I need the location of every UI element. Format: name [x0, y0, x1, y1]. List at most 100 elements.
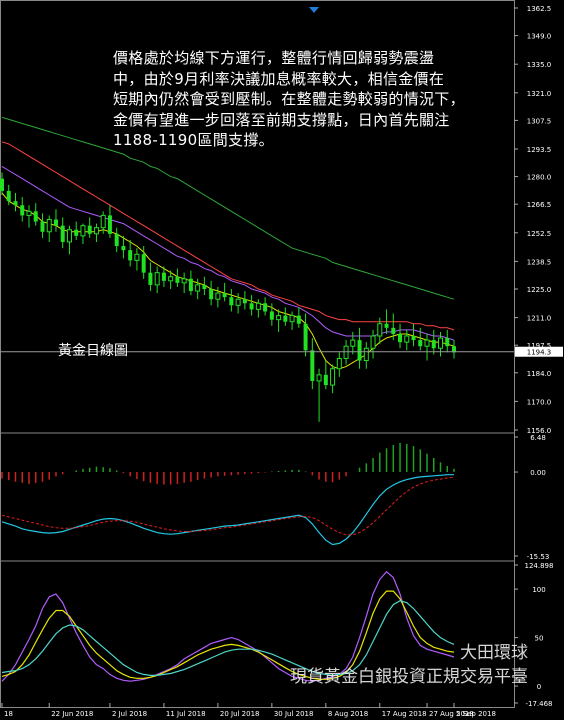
- watermark-line1: 大田環球: [460, 643, 528, 663]
- price-tick-label: 1293.5: [527, 146, 552, 154]
- macd-tick-label: 6.48: [530, 434, 546, 442]
- candle-body: [310, 350, 315, 381]
- price-tick-label: 1184.0: [527, 370, 552, 378]
- date-label: 2 Jul 2018: [112, 710, 147, 718]
- candle-body: [357, 340, 362, 361]
- candle-body: [80, 225, 86, 237]
- price-tick-label: 1321.0: [527, 90, 552, 98]
- candle-body: [316, 374, 322, 382]
- candle-body: [74, 229, 79, 236]
- candle-body: [53, 219, 58, 226]
- candle-body: [87, 225, 92, 234]
- macd-tick-label: 0.00: [530, 469, 546, 477]
- candle-body: [235, 298, 241, 306]
- price-tick-label: 1362.5: [527, 5, 552, 13]
- price-tick-label: 1252.5: [527, 230, 552, 238]
- stoch-tick-label: 100: [532, 586, 545, 594]
- candle-body: [13, 201, 18, 206]
- candle-body: [276, 315, 282, 321]
- candle-body: [249, 303, 254, 310]
- candle-body: [303, 323, 308, 351]
- date-label: 22 Jun 2018: [51, 710, 93, 718]
- price-tick-label: 1170.0: [527, 398, 552, 406]
- candle-body: [336, 357, 342, 370]
- candle-body: [33, 211, 38, 222]
- candle-body: [66, 229, 72, 243]
- candle-body: [128, 250, 133, 261]
- candle-body: [398, 333, 403, 343]
- candle-body: [384, 323, 389, 328]
- candle-body: [377, 323, 383, 337]
- candle-body: [209, 288, 214, 300]
- price-tick-label: 1335.0: [527, 61, 552, 69]
- candle-body: [363, 347, 369, 362]
- candle-body: [242, 299, 247, 304]
- candle-body: [283, 315, 288, 322]
- date-label: 11 Jul 2018: [166, 710, 206, 718]
- candle-body: [175, 276, 180, 283]
- price-tick-label: 1266.5: [527, 201, 552, 209]
- candle-body: [323, 374, 328, 386]
- candle-body: [154, 272, 160, 286]
- candle-body: [168, 276, 174, 282]
- candle-body: [181, 278, 187, 284]
- candle-body: [121, 246, 126, 251]
- candle-body: [424, 339, 430, 347]
- candle-body: [195, 284, 201, 292]
- candle-body: [391, 327, 396, 334]
- annotation-line: 中，由於9月利率決議加息概率較大，相信金價在: [113, 69, 445, 88]
- price-tick-label: 1280.0: [527, 174, 552, 182]
- candle-body: [148, 272, 153, 285]
- candle-body: [161, 272, 166, 281]
- candle-body: [107, 215, 112, 234]
- candle-body: [445, 338, 450, 347]
- price-tick-label: 1211.0: [527, 315, 552, 323]
- annotation-line: 金價有望進一步回落至前期支撐點，日內首先關注: [113, 110, 450, 129]
- annotation-line: 1188-1190區間支撐。: [113, 131, 274, 149]
- candle-body: [6, 190, 11, 202]
- candle-body: [26, 210, 32, 216]
- date-label: 30 Jul 2018: [274, 710, 314, 718]
- candle-body: [296, 315, 301, 324]
- candle-body: [134, 253, 140, 261]
- candle-body: [263, 303, 268, 312]
- candle-body: [20, 205, 25, 216]
- price-tick-label: 1225.0: [527, 286, 552, 294]
- stoch-tick-label: 124.898: [525, 562, 554, 570]
- date-label: 5 Sep 2018: [456, 710, 496, 718]
- stoch-tick-label: -17.468: [525, 700, 552, 708]
- candle-body: [60, 225, 65, 242]
- date-label: 17 Aug 2018: [382, 710, 427, 718]
- candle-body: [229, 297, 234, 306]
- candle-body: [330, 368, 336, 386]
- annotation-line: 價格處於均線下方運行，整體行情回歸弱勢震盪: [113, 49, 435, 67]
- candle-body: [222, 293, 227, 298]
- candle-body: [93, 227, 99, 235]
- candle-body: [40, 221, 45, 232]
- candle-body: [370, 335, 376, 349]
- price-tick-label: 1238.5: [527, 258, 552, 266]
- candle-body: [343, 345, 349, 359]
- candle-body: [255, 302, 261, 310]
- candle-body: [215, 292, 221, 300]
- candle-body: [269, 311, 274, 320]
- watermark-line2: 現貨黃金白銀投資正規交易平臺: [290, 667, 528, 687]
- candle-body: [289, 315, 295, 323]
- chart-menu-icon[interactable]: [306, 0, 322, 13]
- date-label: 20 Jul 2018: [220, 710, 260, 718]
- last-price-label: 1194.3: [527, 349, 552, 357]
- candle-body: [438, 337, 444, 349]
- chart-label: 黃金日線圖: [58, 343, 128, 359]
- price-tick-label: 1349.0: [527, 33, 552, 41]
- candle-body: [202, 284, 207, 289]
- candle-body: [404, 335, 410, 343]
- candle-body: [46, 219, 52, 233]
- annotation-text: 價格處於均線下方運行，整體行情回歸弱勢震盪 中，由於9月利率決議加息概率較大，相…: [113, 48, 485, 151]
- date-label: 8 Aug 2018: [328, 710, 368, 718]
- candle-body: [188, 278, 193, 292]
- candle-body: [350, 339, 356, 347]
- candle-body: [114, 233, 119, 247]
- candle-body: [100, 214, 106, 229]
- stoch-tick-label: 50: [535, 635, 544, 643]
- candle-body: [411, 335, 416, 341]
